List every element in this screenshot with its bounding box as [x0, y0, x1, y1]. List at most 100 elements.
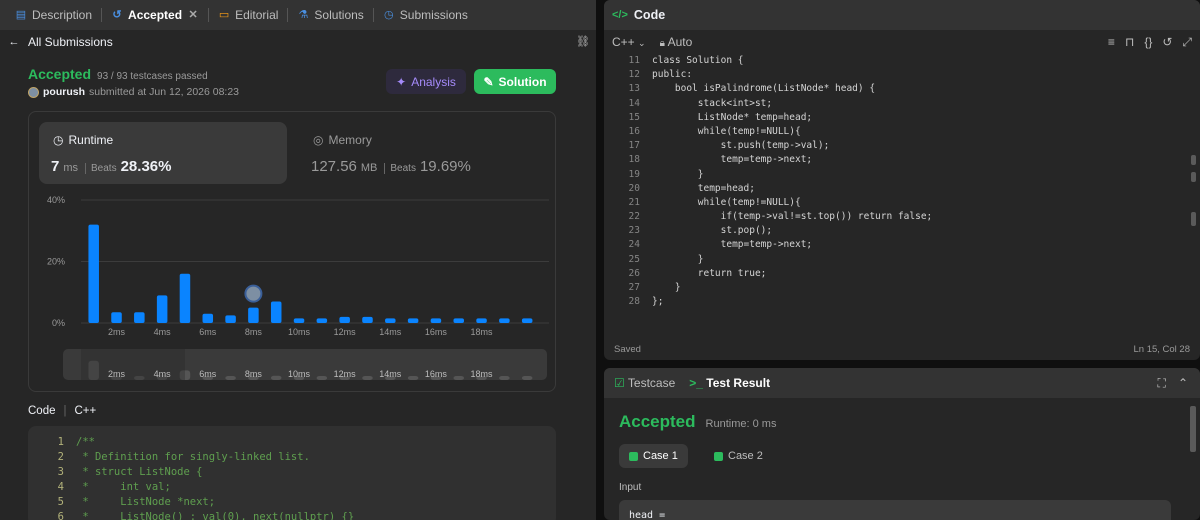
bookmark-icon[interactable]: ⊓	[1125, 35, 1134, 50]
tab-solutions[interactable]: ⚗ Solutions	[288, 0, 372, 30]
code-line[interactable]: 18 temp=temp->next;	[604, 153, 1200, 167]
chart-bar[interactable]	[156, 295, 168, 323]
case-2-tab[interactable]: Case 2	[704, 444, 773, 468]
line-text: while(temp!=NULL){	[652, 196, 801, 208]
input-label: Input	[619, 482, 642, 493]
reset-icon[interactable]: ↺	[1162, 35, 1172, 50]
tab-editorial[interactable]: ▭ Editorial	[209, 0, 287, 30]
case-1-tab[interactable]: Case 1	[619, 444, 688, 468]
solution-button[interactable]: ✎ Solution	[474, 69, 556, 94]
runtime-label: ◷ Runtime	[53, 133, 114, 147]
editor-scroll-marker[interactable]	[1191, 155, 1196, 165]
line-text: temp=temp->next;	[652, 239, 813, 251]
tab-test-result[interactable]: >_ Test Result	[689, 376, 770, 390]
book-icon: ▭	[218, 9, 230, 21]
chart-bar[interactable]	[407, 318, 419, 323]
chart-bar[interactable]	[385, 318, 396, 323]
code-line[interactable]: 20 temp=head;	[604, 182, 1200, 196]
code-line[interactable]: 23 st.pop();	[604, 224, 1200, 238]
code-line[interactable]: 12 public:	[604, 68, 1200, 82]
avatar[interactable]	[28, 86, 39, 98]
code-line[interactable]: 17 st.push(temp->val);	[604, 139, 1200, 153]
close-icon[interactable]: ✕	[187, 9, 199, 21]
code-line[interactable]: 15 ListNode* temp=head;	[604, 111, 1200, 125]
line-number: 27	[628, 282, 640, 293]
format-icon[interactable]: ≡	[1108, 35, 1115, 50]
chart-bar[interactable]	[248, 307, 259, 323]
clock-icon: ◷	[383, 9, 394, 21]
tab-testcase[interactable]: ☑ Testcase	[614, 376, 675, 390]
tab-accepted[interactable]: ↺ Accepted ✕	[102, 0, 208, 30]
chart-bar[interactable]	[88, 224, 99, 323]
code-line: 6 * ListNode() : val(0), next(nullptr) {…	[28, 510, 556, 520]
language-select[interactable]: C++ ⌄	[612, 35, 646, 49]
chart-bar[interactable]	[521, 318, 533, 323]
x-tick-label: 2ms	[108, 327, 126, 337]
chart-bar[interactable]	[316, 318, 328, 323]
submitted-time: submitted at Jun 12, 2026 08:23	[89, 86, 240, 98]
editor-scroll-marker[interactable]	[1191, 172, 1196, 182]
link-icon[interactable]: ⛓	[576, 36, 590, 48]
braces-icon[interactable]: {}	[1144, 35, 1152, 50]
chart-bar[interactable]	[134, 312, 145, 323]
code-line[interactable]: 11 class Solution {	[604, 54, 1200, 68]
code-line[interactable]: 26 return true;	[604, 267, 1200, 281]
chevron-up-icon[interactable]: ⌃	[1178, 376, 1188, 391]
chart-bar[interactable]	[225, 315, 236, 323]
code-line[interactable]: 24 temp=temp->next;	[604, 238, 1200, 252]
code-line[interactable]: 28};	[604, 295, 1200, 309]
test-result-panel: ☑ Testcase >_ Test Result ⛶ ⌃ Accepted Ru…	[604, 368, 1200, 520]
code-line[interactable]: 25 }	[604, 253, 1200, 267]
user-marker-avatar[interactable]	[244, 284, 263, 303]
chart-bar[interactable]	[202, 313, 214, 323]
fullscreen-icon[interactable]: ⛶	[1158, 376, 1166, 391]
line-text: };	[652, 296, 664, 308]
horizontal-splitter[interactable]	[604, 360, 1200, 368]
code-line[interactable]: 14 stack<int>st;	[604, 97, 1200, 111]
pane-splitter[interactable]	[596, 0, 604, 520]
code-line[interactable]: 21 while(temp!=NULL){	[604, 196, 1200, 210]
chart-bar[interactable]	[270, 301, 282, 323]
tab-description[interactable]: ▤ Description	[6, 0, 101, 30]
code-line[interactable]: 16 while(temp!=NULL){	[604, 125, 1200, 139]
code-line[interactable]: 13 bool isPalindrome(ListNode* head) {	[604, 82, 1200, 96]
chart-bar[interactable]	[339, 316, 350, 323]
runtime-distribution-chart[interactable]: 40% 20% 0% 2ms 4ms 6ms 8ms 10ms 12ms 14ms 16ms 18ms…	[29, 187, 557, 393]
chart-bar[interactable]	[453, 318, 465, 323]
auto-mode[interactable]: 🔒︎ Auto	[660, 35, 693, 49]
overview-tick-label: 6ms	[199, 369, 217, 379]
chart-bar[interactable]	[293, 318, 305, 323]
code-line[interactable]: 27 }	[604, 281, 1200, 295]
editor-scroll-marker[interactable]	[1191, 212, 1196, 226]
line-number: 14	[628, 97, 640, 109]
expand-icon[interactable]: ⤢	[1182, 35, 1192, 50]
left-tab-bar: ▤ Description ↺ Accepted ✕ ▭ Editorial ⚗ Solu…	[0, 0, 596, 30]
username[interactable]: pourush	[43, 86, 85, 98]
test-scrollbar[interactable]	[1190, 406, 1196, 452]
line-number: 11	[628, 55, 640, 66]
code-editor[interactable]: 11 class Solution {12 public: 13 bool isPal…	[604, 54, 1200, 340]
code-line[interactable]: 22 if(temp->val!=st.top()) return false;	[604, 210, 1200, 224]
line-text: return true;	[652, 267, 767, 279]
analysis-button[interactable]: ✦ Analysis	[386, 69, 466, 94]
document-icon: ▤	[15, 9, 27, 21]
flask-icon: ⚗	[298, 9, 309, 21]
line-number: 4	[57, 481, 64, 493]
chart-bar[interactable]	[476, 318, 487, 323]
tab-submissions[interactable]: ◷ Submissions	[374, 0, 477, 30]
runtime-value: 7 ms Beats 28.36%	[51, 158, 172, 175]
chart-bar[interactable]	[430, 318, 442, 323]
chart-bar[interactable]	[362, 316, 373, 323]
runtime-box[interactable]: ◷ Runtime 7 ms Beats 28.36%	[39, 122, 287, 184]
overview-tick-label: 18ms	[471, 369, 494, 379]
chart-bar[interactable]	[499, 318, 510, 323]
memory-box[interactable]: ◎ Memory 127.56 MB Beats 19.69%	[299, 122, 547, 184]
code-line[interactable]: 19 }	[604, 168, 1200, 182]
submitted-code-block[interactable]: 1 /** 2 * Definition for singly-linked lis…	[28, 426, 556, 520]
chart-bar[interactable]	[111, 312, 122, 323]
back-link[interactable]: ← All Submissions	[8, 35, 113, 49]
line-number: 20	[628, 182, 640, 194]
chart-bar[interactable]	[179, 273, 191, 323]
overview-tick-label: 12ms	[334, 369, 357, 379]
result-header: Accepted 93 / 93 testcases passed	[28, 66, 208, 84]
